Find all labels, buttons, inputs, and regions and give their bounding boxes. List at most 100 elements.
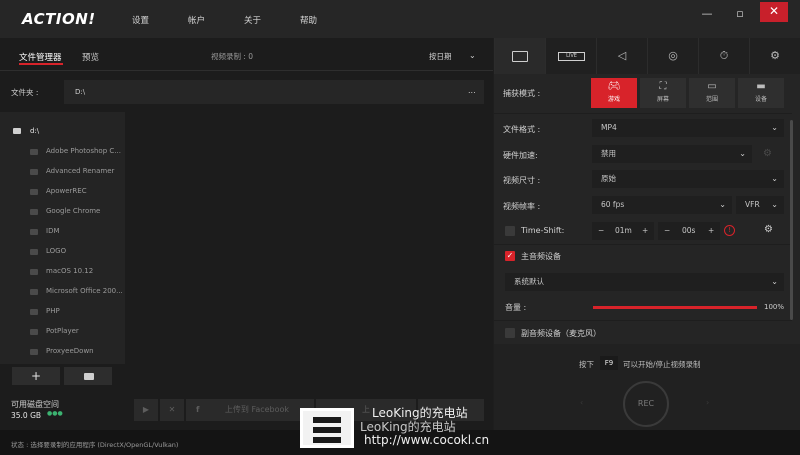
minimize-button[interactable]: — <box>694 6 720 24</box>
folder-path: D:\ <box>75 88 86 96</box>
format-select[interactable]: MP4 ⌄ <box>592 119 784 137</box>
timeshift-seconds-stepper[interactable]: − 00s + <box>658 222 720 240</box>
upload-facebook-button[interactable]: f 上传到 Facebook <box>186 399 314 421</box>
volume-slider-fill <box>593 306 757 309</box>
folder-icon <box>30 189 38 195</box>
camera-icon: ◎ <box>668 49 678 62</box>
tree-item[interactable]: ProxyeeDown <box>46 347 94 355</box>
tree-item[interactable]: PHP <box>46 307 60 315</box>
menu-about[interactable]: 关于 <box>244 14 261 26</box>
open-folder-button[interactable] <box>64 367 112 385</box>
menu-account[interactable]: 帐户 <box>188 14 205 26</box>
minus-icon[interactable]: − <box>664 223 670 239</box>
scrollbar[interactable] <box>790 120 793 320</box>
play-button[interactable]: ▶ <box>134 399 158 421</box>
device-icon: ▬ <box>756 81 766 92</box>
tree-item[interactable]: ApowerREC <box>46 187 87 195</box>
plus-icon[interactable]: + <box>708 223 714 239</box>
mode-screen[interactable]: ⛶ 屏幕 <box>640 78 686 108</box>
plus-icon[interactable]: + <box>642 223 648 239</box>
tab-timer[interactable]: ⏱ <box>698 38 749 74</box>
main-audio-select[interactable]: 系统默认 ⌄ <box>505 273 784 291</box>
tab-live[interactable]: LIVE <box>545 38 596 74</box>
timeshift-label: Time-Shift: <box>521 226 565 235</box>
hwaccel-settings-gear-icon[interactable]: ⚙ <box>763 148 772 159</box>
chevron-left-icon[interactable]: ‹ <box>580 398 583 407</box>
fps-mode-select[interactable]: VFR ⌄ <box>736 196 784 214</box>
delete-button[interactable]: ✕ <box>160 399 184 421</box>
folder-icon <box>30 249 38 255</box>
fps-select[interactable]: 60 fps ⌄ <box>592 196 732 214</box>
mode-label: 范围 <box>705 96 718 103</box>
browse-folder-button[interactable]: ... <box>468 86 476 95</box>
tree-item[interactable]: IDM <box>46 227 60 235</box>
folder-path-field[interactable] <box>64 80 484 104</box>
mode-region[interactable]: ▭ 范围 <box>689 78 735 108</box>
facebook-icon: f <box>196 405 200 414</box>
record-button[interactable]: REC <box>623 381 669 427</box>
folder-icon <box>30 169 38 175</box>
hwaccel-value: 禁用 <box>601 149 616 158</box>
hotkey-hint: 可以开始/停止视频录制 <box>623 360 701 369</box>
film-icon <box>512 51 528 62</box>
chevron-down-icon: ⌄ <box>771 277 778 286</box>
mode-device[interactable]: ▬ 设备 <box>738 78 784 108</box>
tab-camera[interactable]: ◎ <box>647 38 698 74</box>
chevron-down-icon: ⌄ <box>771 200 778 209</box>
menu-settings[interactable]: 设置 <box>132 14 149 26</box>
folder-icon <box>30 269 38 275</box>
tab-file-manager[interactable]: 文件管理器 <box>19 51 62 63</box>
watermark-bar <box>313 437 341 443</box>
tree-item[interactable]: macOS 10.12 <box>46 267 93 275</box>
tab-preview[interactable]: 预览 <box>82 51 99 63</box>
tab-audio[interactable]: ◁ <box>596 38 647 74</box>
speaker-icon: ◁ <box>617 49 627 62</box>
chevron-down-icon[interactable]: ⌄ <box>469 51 476 60</box>
disk-status-dots: ●●● <box>47 410 63 417</box>
upload-other-label: 上 <box>362 405 370 414</box>
close-button[interactable]: ✕ <box>760 2 788 22</box>
file-preview-area[interactable] <box>126 112 493 364</box>
secondary-audio-checkbox[interactable] <box>505 328 515 338</box>
seconds-value: 00s <box>682 226 696 235</box>
info-icon[interactable]: ! <box>724 225 735 236</box>
tree-item[interactable]: Adobe Photoshop C... <box>46 147 121 155</box>
region-icon: ▭ <box>707 81 717 92</box>
chevron-down-icon: ⌄ <box>719 200 726 209</box>
timeshift-minutes-stepper[interactable]: − 01m + <box>592 222 654 240</box>
folder-icon <box>30 229 38 235</box>
tab-video[interactable] <box>494 38 545 74</box>
tree-item[interactable]: Advanced Renamer <box>46 167 114 175</box>
size-select[interactable]: 原始 ⌄ <box>592 170 784 188</box>
mode-game[interactable]: 🎮︎ 游戏 <box>591 78 637 108</box>
divider <box>494 113 792 114</box>
tree-item[interactable]: Microsoft Office 200... <box>46 287 123 295</box>
timeshift-checkbox[interactable] <box>505 226 515 236</box>
tree-root[interactable]: d:\ <box>30 127 39 135</box>
volume-value: 100% <box>764 303 785 311</box>
folder-label: 文件夹 : <box>11 88 39 97</box>
size-label: 视频尺寸 : <box>503 176 541 185</box>
menu-help[interactable]: 帮助 <box>300 14 317 26</box>
tab-settings[interactable]: ⚙ <box>749 38 800 74</box>
mode-label: 设备 <box>754 96 767 103</box>
tree-item[interactable]: PotPlayer <box>46 327 79 335</box>
recording-count: 视频录制 : 0 <box>211 52 254 61</box>
screen-icon: ⛶ <box>659 81 667 92</box>
hwaccel-label: 硬件加速: <box>503 151 538 160</box>
folder-icon <box>84 373 94 380</box>
tree-item[interactable]: Google Chrome <box>46 207 100 215</box>
mode-label: 游戏 <box>607 96 620 103</box>
add-folder-button[interactable]: + <box>12 367 60 385</box>
minus-icon[interactable]: − <box>598 223 604 239</box>
chevron-right-icon[interactable]: › <box>706 398 709 407</box>
tree-item[interactable]: LOGO <box>46 247 66 255</box>
chevron-down-icon: ⌄ <box>771 174 778 183</box>
live-icon: LIVE <box>558 52 585 61</box>
hwaccel-select[interactable]: 禁用 ⌄ <box>592 145 752 163</box>
timeshift-settings-gear-icon[interactable]: ⚙ <box>764 224 773 235</box>
sort-select[interactable]: 按日期 <box>429 51 452 62</box>
restore-button[interactable]: ▫ <box>727 6 753 24</box>
disk-space-label: 可用磁盘空间 <box>11 400 59 409</box>
main-audio-checkbox[interactable]: ✓ <box>505 251 515 261</box>
